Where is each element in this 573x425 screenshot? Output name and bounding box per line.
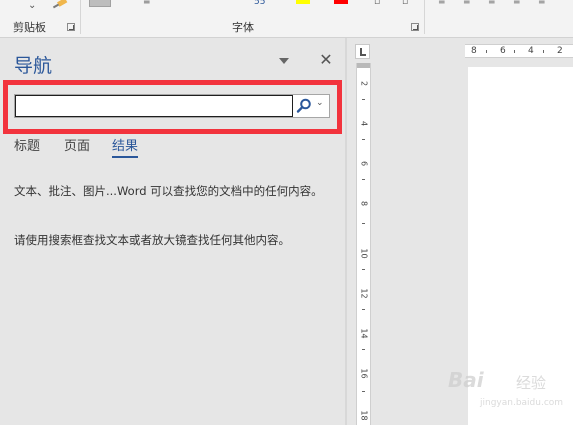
- ruler-tick: [486, 50, 487, 53]
- paragraph-icon[interactable]: ≡: [488, 0, 496, 7]
- clear-format-icon[interactable]: ▫: [374, 0, 380, 7]
- search-box: ⌄: [14, 94, 330, 118]
- ruler-tick: [543, 50, 544, 53]
- align-icon[interactable]: ≡: [143, 0, 151, 7]
- font-color-swatch[interactable]: [334, 0, 348, 4]
- style-preview[interactable]: [89, 0, 111, 7]
- paragraph-icon[interactable]: ≡: [438, 0, 446, 7]
- search-magnifier-icon[interactable]: [295, 96, 313, 116]
- ruler-tick: [362, 391, 365, 392]
- ruler-tick: [362, 179, 365, 180]
- ruler-number: 6: [359, 160, 369, 167]
- ruler-tick: [362, 223, 365, 224]
- tab-results[interactable]: 结果: [112, 135, 139, 158]
- ruler-number: 8: [359, 200, 369, 207]
- ruler-number: 10: [359, 248, 369, 259]
- ruler-number: 14: [359, 328, 369, 339]
- font-launcher-icon[interactable]: [411, 23, 419, 31]
- tab-headings[interactable]: 标题: [14, 135, 40, 154]
- ruler-number: 4: [359, 120, 369, 127]
- ruler-number: 18: [359, 410, 369, 421]
- text-effect-icon[interactable]: 55: [254, 0, 265, 7]
- ruler-tick: [362, 269, 365, 270]
- ruler-number: 8: [471, 46, 477, 56]
- ribbon: ⌄ 剪贴板 ≡ 55 ▫ ▫ 字体 ≡ ≡ ≡ ≡ ≡: [0, 0, 573, 38]
- close-icon[interactable]: ✕: [318, 50, 334, 70]
- horizontal-ruler: 8 6 4 2: [465, 44, 573, 58]
- ruler-number: 4: [528, 46, 534, 56]
- navigation-pane: 导航 ✕ ⌄ 标题 页面 结果 文本、批注、图片...Word 可以查找您的文档…: [0, 38, 345, 425]
- watermark-url: jingyan.baidu.com: [480, 398, 564, 408]
- format-icon[interactable]: ▫: [402, 0, 408, 7]
- paragraph-icon[interactable]: ≡: [463, 0, 471, 7]
- pane-title: 导航: [14, 55, 53, 77]
- ruler-number: 2: [359, 80, 369, 87]
- font-group-label: 字体: [232, 21, 254, 34]
- results-message: 文本、批注、图片...Word 可以查找您的文档中的任何内容。: [14, 184, 323, 198]
- search-hint-message: 请使用搜索框查找文本或者放大镜查找任何其他内容。: [14, 233, 290, 247]
- ruler-tick: [514, 50, 515, 53]
- pane-splitter[interactable]: [345, 38, 347, 425]
- group-divider: [80, 0, 81, 34]
- watermark-brand: Bai: [448, 368, 484, 392]
- ruler-number: 12: [359, 288, 369, 299]
- paragraph-icon[interactable]: ≡: [513, 0, 521, 7]
- ruler-number: 2: [557, 46, 563, 56]
- ruler-tick: [362, 139, 365, 140]
- ruler-tick: [362, 349, 365, 350]
- ruler-tick: [362, 309, 365, 310]
- ruler-number: 16: [359, 368, 369, 379]
- clipboard-group-label: 剪贴板: [13, 21, 46, 34]
- ruler-margin: [357, 63, 370, 68]
- paragraph-icon[interactable]: ≡: [538, 0, 546, 7]
- clipboard-launcher-icon[interactable]: [67, 23, 75, 31]
- watermark-logo: Bai 经验 jingyan.baidu.com: [444, 362, 572, 422]
- vertical-ruler: 2 4 6 8 10 12 14 16 18: [356, 63, 371, 425]
- tab-pages[interactable]: 页面: [64, 135, 90, 154]
- paste-dropdown-icon[interactable]: ⌄: [28, 0, 36, 11]
- ruler-tick: [362, 99, 365, 100]
- tab-selector-icon[interactable]: [355, 44, 370, 59]
- highlight-color-swatch[interactable]: [296, 0, 310, 4]
- group-divider: [424, 0, 425, 34]
- ruler-number: 6: [500, 46, 506, 56]
- search-input[interactable]: [15, 95, 293, 117]
- pane-options-icon[interactable]: [279, 58, 289, 64]
- search-dropdown-icon[interactable]: ⌄: [316, 98, 324, 108]
- format-painter-icon[interactable]: [52, 0, 68, 10]
- watermark-cn: 经验: [516, 374, 547, 392]
